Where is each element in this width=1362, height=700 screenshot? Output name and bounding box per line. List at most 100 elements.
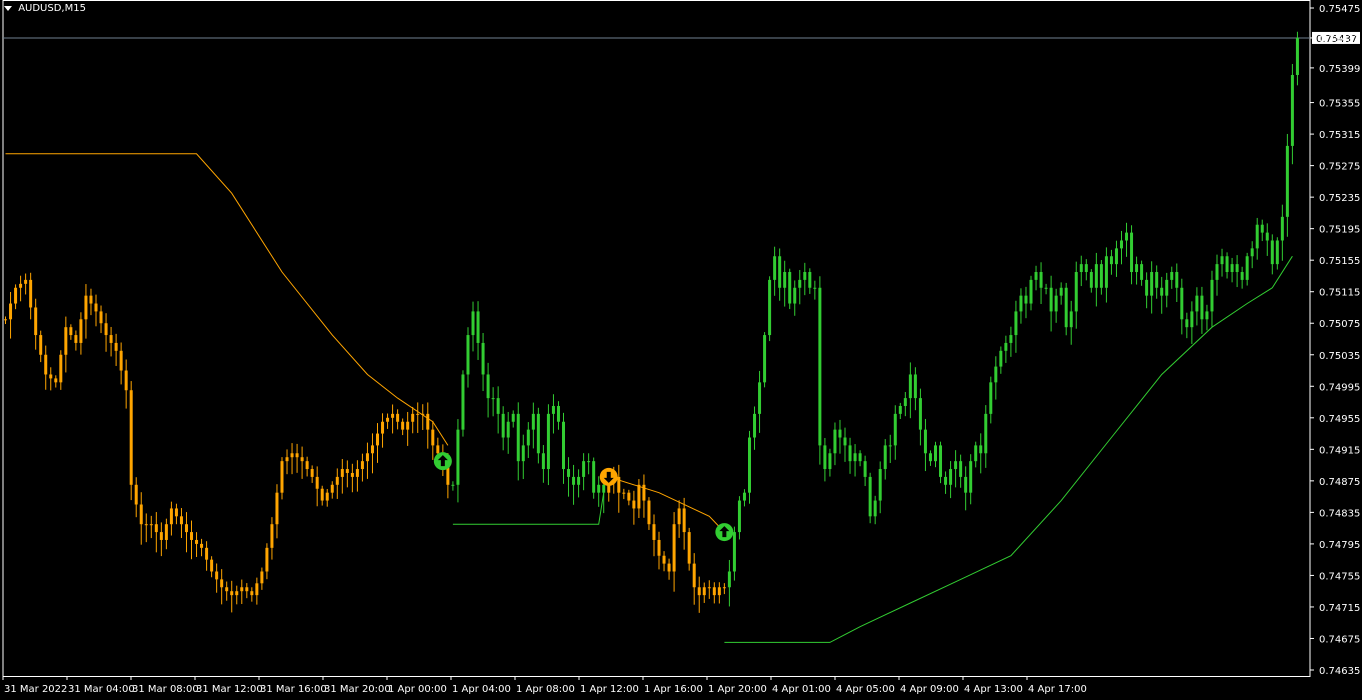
candle-body — [622, 492, 626, 494]
candle-body — [426, 413, 430, 430]
y-tick-label: 0.74875 — [1319, 477, 1360, 488]
x-tick-label: 31 Mar 12:00 — [196, 684, 263, 695]
candles — [4, 31, 1299, 613]
price-chart[interactable]: 0.75437 0.75475 0.75437 0.75399 0.75355 0.75… — [0, 0, 1362, 700]
candle-body — [205, 547, 209, 560]
x-tick-label: 31 Mar 2022 — [4, 684, 67, 695]
candle-body — [1044, 287, 1048, 289]
y-tick-label: 0.75475 — [1319, 4, 1360, 15]
candle-body — [149, 524, 153, 526]
candle-body — [1235, 264, 1239, 273]
candle-body — [903, 398, 907, 406]
candle-body — [79, 319, 83, 343]
x-tick-label: 31 Mar 16:00 — [260, 684, 327, 695]
candle-body — [556, 405, 560, 422]
candle-body — [1175, 272, 1179, 288]
candle-body — [1059, 287, 1063, 296]
y-tick-label: 0.75115 — [1319, 288, 1360, 299]
candle-body — [350, 472, 354, 477]
candle-body — [179, 516, 183, 525]
candle-body — [29, 279, 33, 308]
candle-body — [315, 476, 319, 489]
candle-body — [129, 390, 133, 485]
candle-body — [1004, 342, 1008, 351]
candle-body — [1114, 248, 1118, 265]
candle-body — [9, 303, 13, 320]
candle-body — [360, 461, 364, 470]
candle-body — [1049, 287, 1053, 312]
candle-body — [858, 453, 862, 462]
candle-body — [707, 587, 711, 589]
candle-body — [632, 500, 636, 509]
candle-body — [184, 524, 188, 533]
candle-body — [416, 413, 420, 415]
candle-body — [1160, 287, 1164, 296]
candle-body — [1210, 279, 1214, 312]
candle-body — [1260, 224, 1264, 233]
candle-body — [1230, 264, 1234, 273]
candle-body — [516, 413, 520, 462]
y-tick-label: 0.74835 — [1319, 508, 1360, 519]
candle-body — [235, 591, 239, 596]
candle-body — [717, 587, 721, 596]
candle-body — [290, 453, 294, 458]
candle-body — [647, 500, 651, 525]
candle-body — [918, 398, 922, 430]
candle-body — [486, 374, 490, 399]
candle-body — [330, 484, 334, 493]
candle-body — [1270, 240, 1274, 265]
candle-body — [275, 492, 279, 525]
candle-body — [406, 421, 410, 430]
candle-body — [190, 532, 194, 540]
candle-body — [1150, 272, 1154, 296]
candle-body — [230, 591, 234, 596]
y-tick-label: 0.75075 — [1319, 319, 1360, 330]
candle-body — [1290, 74, 1294, 146]
candle-body — [788, 272, 792, 304]
candle-body — [763, 335, 767, 383]
candle-body — [365, 453, 369, 462]
candle-body — [340, 469, 344, 477]
candle-body — [939, 445, 943, 477]
candle-body — [753, 413, 757, 438]
candle-body — [1245, 256, 1249, 280]
x-tick-label: 4 Apr 05:00 — [836, 684, 895, 695]
y-tick-label: 0.75275 — [1319, 162, 1360, 173]
candle-body — [320, 488, 324, 501]
candle-body — [999, 350, 1003, 367]
trend-line-down — [608, 476, 725, 533]
y-tick-label: 0.75315 — [1319, 130, 1360, 141]
candle-body — [803, 272, 807, 280]
candle-body — [1099, 264, 1103, 288]
candle-body — [1180, 287, 1184, 320]
candle-body — [898, 405, 902, 414]
candle-body — [215, 571, 219, 580]
candle-body — [471, 311, 475, 336]
candle-body — [1280, 216, 1284, 241]
x-tick-label: 4 Apr 13:00 — [964, 684, 1023, 695]
candle-body — [240, 587, 244, 592]
candle-body — [1104, 256, 1108, 288]
candle-body — [34, 307, 38, 336]
candle-body — [848, 445, 852, 462]
candle-body — [104, 323, 108, 336]
y-tick-label: 0.74915 — [1319, 445, 1360, 456]
candle-body — [451, 484, 455, 486]
candle-body — [1019, 295, 1023, 312]
candle-body — [657, 539, 661, 556]
candle-body — [381, 421, 385, 434]
candle-body — [979, 445, 983, 454]
candle-body — [541, 453, 545, 470]
candle-body — [265, 547, 269, 572]
candle-body — [602, 484, 606, 493]
y-tick-label: 0.75399 — [1319, 64, 1360, 75]
candle-body — [994, 366, 998, 383]
candle-body — [577, 476, 581, 485]
candle-body — [1109, 256, 1113, 265]
candle-body — [1039, 272, 1043, 288]
candle-body — [1165, 279, 1169, 296]
candle-body — [1054, 295, 1058, 312]
candle-body — [712, 587, 716, 596]
candle-body — [697, 587, 701, 596]
candle-body — [964, 476, 968, 493]
